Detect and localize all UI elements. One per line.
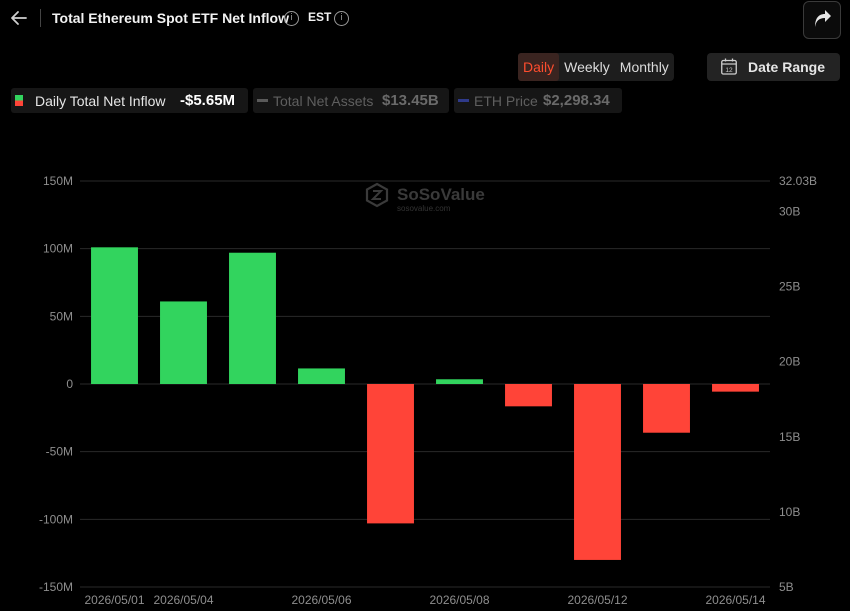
y2-tick-label: 15B bbox=[779, 430, 800, 444]
y2-tick-label: 32.03B bbox=[779, 174, 817, 188]
y2-tick-label: 25B bbox=[779, 280, 800, 294]
y-tick-label: 0 bbox=[66, 377, 73, 391]
x-axis: 2026/05/01 2026/05/04 2026/05/06 2026/05/08… bbox=[84, 593, 765, 607]
bar-2026/05/05[interactable] bbox=[229, 252, 276, 384]
x-tick-label: 2026/05/08 bbox=[429, 593, 489, 607]
y-tick-label: -50M bbox=[46, 445, 73, 459]
sosovalue-watermark: SoSoValue sosovalue.com bbox=[365, 182, 485, 213]
y-tick-label: -150M bbox=[39, 580, 73, 594]
y2-tick-label: 30B bbox=[779, 204, 800, 218]
net-inflow-bar-chart: SoSoValue sosovalue.com 150M 100M 50M 0 -50M… bbox=[39, 174, 817, 607]
watermark-brand: SoSoValue bbox=[397, 185, 485, 204]
bar-2026/05/04[interactable] bbox=[160, 301, 207, 384]
y-tick-label: 150M bbox=[43, 174, 73, 188]
bar-2026/05/14[interactable] bbox=[712, 384, 759, 392]
bar-2026/05/11[interactable] bbox=[505, 384, 552, 407]
y2-tick-label: 20B bbox=[779, 355, 800, 369]
chart-bars bbox=[91, 247, 759, 560]
x-tick-label: 2026/05/01 bbox=[84, 593, 144, 607]
bar-2026/05/12[interactable] bbox=[574, 384, 621, 560]
y2-tick-label: 10B bbox=[779, 505, 800, 519]
y-axis-right: 32.03B 30B 25B 20B 15B 10B 5B bbox=[779, 174, 817, 594]
y-tick-label: -100M bbox=[39, 512, 73, 526]
watermark-site: sosovalue.com bbox=[397, 204, 451, 213]
x-tick-label: 2026/05/14 bbox=[705, 593, 765, 607]
bar-2026/05/08[interactable] bbox=[436, 379, 483, 384]
x-tick-label: 2026/05/12 bbox=[567, 593, 627, 607]
y-tick-label: 100M bbox=[43, 242, 73, 256]
x-tick-label: 2026/05/04 bbox=[153, 593, 213, 607]
y-axis-left: 150M 100M 50M 0 -50M -100M -150M bbox=[39, 174, 73, 594]
bar-2026/05/13[interactable] bbox=[643, 384, 690, 433]
x-tick-label: 2026/05/06 bbox=[291, 593, 351, 607]
bar-2026/05/06[interactable] bbox=[298, 368, 345, 384]
bar-2026/05/07[interactable] bbox=[367, 384, 414, 524]
bar-2026/05/01[interactable] bbox=[91, 247, 138, 384]
sosovalue-logo-icon bbox=[365, 182, 389, 208]
y-tick-label: 50M bbox=[50, 309, 73, 323]
y2-tick-label: 5B bbox=[779, 580, 794, 594]
